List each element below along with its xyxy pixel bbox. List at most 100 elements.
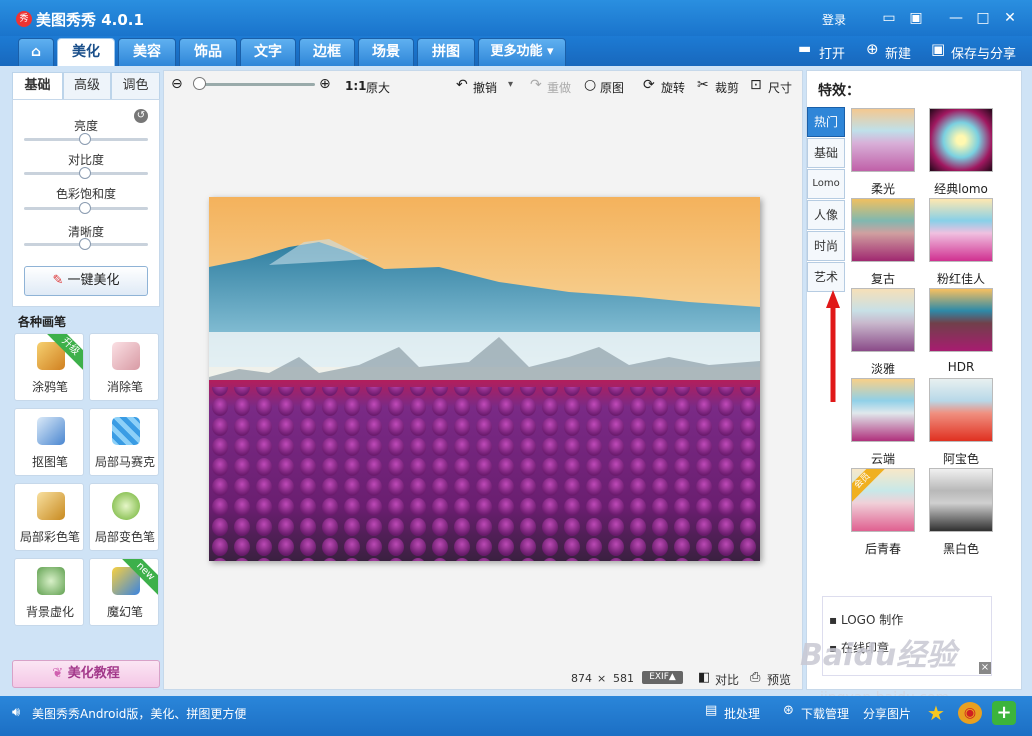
tab-accessories[interactable]: 饰品 [179, 38, 237, 66]
effect-label[interactable]: 云端 [843, 450, 923, 467]
brushes-section-title: 各种画笔 [18, 315, 67, 329]
effect-thumb-abao[interactable] [929, 378, 993, 442]
brush-doodle[interactable]: 升级 涂鸦笔 [14, 333, 84, 401]
effect-thumb-light[interactable] [851, 288, 915, 352]
maximize-icon[interactable]: □ [972, 9, 994, 27]
brightness-slider-handle[interactable] [79, 133, 91, 145]
compare-button[interactable]: 对比 [715, 671, 739, 688]
preview-icon: ⎙ [750, 670, 761, 685]
original-image-button[interactable]: 原图 [600, 79, 624, 96]
add-plus-icon[interactable]: + [992, 701, 1016, 725]
resize-button[interactable]: 尺寸 [768, 79, 792, 96]
zoom-slider-track[interactable] [197, 83, 315, 86]
brush-eraser[interactable]: 消除笔 [89, 333, 159, 401]
beautify-tutorial-button[interactable]: ❦ 美化教程 [12, 660, 160, 688]
exif-button[interactable]: EXIF▲ [642, 671, 683, 684]
ad-close-icon[interactable]: × [979, 662, 991, 674]
weibo-icon[interactable]: ◉ [958, 702, 982, 724]
crop-button[interactable]: 裁剪 [715, 79, 739, 96]
original-size-label[interactable]: 原大 [366, 79, 390, 96]
effect-thumb-soft[interactable] [851, 108, 915, 172]
undo-button[interactable]: 撤销 [473, 79, 497, 96]
brush-cutout[interactable]: 抠图笔 [14, 408, 84, 476]
brush-mosaic[interactable]: 局部马赛克 [89, 408, 159, 476]
effect-label[interactable]: 经典lomo [921, 180, 1001, 197]
effects-title: 特效： [818, 83, 860, 99]
effects-tab-hot[interactable]: 热门 [807, 107, 845, 137]
effect-thumb-lomo[interactable] [929, 108, 993, 172]
effect-label[interactable]: 黑白色 [921, 540, 1001, 557]
brush-magic[interactable]: new 魔幻笔 [89, 558, 159, 626]
status-tip[interactable]: 美图秀秀Android版，美化、拼图更方便 [32, 705, 246, 722]
tab-text[interactable]: 文字 [240, 38, 296, 66]
effect-thumb-youth[interactable]: 会员 [851, 468, 915, 532]
skin-icon[interactable]: ▣ [905, 9, 927, 27]
subtab-advanced[interactable]: 高级 [63, 72, 111, 100]
minimize-icon[interactable]: — [945, 9, 967, 27]
hands-icon: ❦ [52, 666, 64, 681]
undo-icon[interactable]: ↶ [456, 77, 468, 93]
effect-label[interactable]: 阿宝色 [921, 450, 1001, 467]
undo-dropdown-icon[interactable]: ▾ [508, 79, 513, 90]
effect-label[interactable]: 后青春 [843, 540, 923, 557]
effect-thumb-retro[interactable] [851, 198, 915, 262]
brush-label: 局部马赛克 [94, 455, 155, 469]
brush-local-recolor[interactable]: 局部变色笔 [89, 483, 159, 551]
tab-collage[interactable]: 拼图 [417, 38, 475, 66]
effects-tab-portrait[interactable]: 人像 [807, 200, 845, 230]
edited-photo[interactable] [209, 197, 760, 561]
save-icon: ▣ [931, 40, 946, 58]
magic-wand-icon: ✎ [52, 273, 64, 288]
effect-label[interactable]: 粉红佳人 [921, 270, 1001, 287]
open-button[interactable]: 打开 [819, 43, 845, 62]
tab-scene[interactable]: 场景 [358, 38, 414, 66]
subtab-basic[interactable]: 基础 [12, 72, 63, 100]
zoom-out-icon[interactable]: ⊖ [171, 76, 183, 92]
effect-label[interactable]: 柔光 [843, 180, 923, 197]
subtab-color[interactable]: 调色 [111, 72, 160, 100]
effects-tab-lomo[interactable]: Lomo [807, 169, 845, 199]
tab-beauty[interactable]: 美容 [118, 38, 176, 66]
effect-thumb-bw[interactable] [929, 468, 993, 532]
ad-item-logo[interactable]: ▪ LOGO 制作 [829, 611, 903, 628]
effect-label[interactable]: 复古 [843, 270, 923, 287]
effects-tab-basic[interactable]: 基础 [807, 138, 845, 168]
one-key-beautify-button[interactable]: ✎ 一键美化 [24, 266, 148, 296]
star-icon[interactable]: ★ [925, 702, 947, 724]
share-image-button[interactable]: 分享图片 [863, 705, 911, 722]
brush-label: 消除笔 [106, 380, 143, 394]
sharpness-slider-handle[interactable] [79, 238, 91, 250]
effect-label[interactable]: 淡雅 [843, 360, 923, 377]
chat-icon[interactable]: ▭ [878, 9, 900, 27]
effects-tab-fashion[interactable]: 时尚 [807, 231, 845, 261]
batch-process-button[interactable]: 批处理 [724, 705, 760, 722]
rotate-button[interactable]: 旋转 [661, 79, 685, 96]
effect-thumb-cloud[interactable] [851, 378, 915, 442]
tab-more-label: 更多功能 [490, 44, 543, 59]
effects-tab-art[interactable]: 艺术 [807, 262, 845, 292]
save-share-button[interactable]: 保存与分享 [951, 43, 1016, 62]
new-icon: ⊕ [866, 40, 879, 58]
home-tab-icon[interactable]: ⌂ [18, 38, 54, 66]
preview-button[interactable]: 预览 [767, 671, 791, 688]
one-to-one-button[interactable]: 1:1 [345, 79, 367, 93]
contrast-slider-handle[interactable] [79, 167, 91, 179]
brush-background-blur[interactable]: 背景虚化 [14, 558, 84, 626]
close-icon[interactable]: ✕ [999, 9, 1021, 27]
zoom-slider-handle[interactable] [193, 77, 206, 90]
download-manager-button[interactable]: 下载管理 [801, 705, 849, 722]
tab-beautify[interactable]: 美化 [57, 38, 115, 66]
login-link[interactable]: 登录 [822, 11, 846, 28]
saturation-slider-handle[interactable] [79, 202, 91, 214]
tab-more-features[interactable]: 更多功能 ▾ [478, 38, 566, 66]
zoom-in-icon[interactable]: ⊕ [319, 76, 331, 92]
tab-frame[interactable]: 边框 [299, 38, 355, 66]
redo-button[interactable]: 重做 [547, 79, 571, 96]
brush-local-color[interactable]: 局部彩色笔 [14, 483, 84, 551]
new-button[interactable]: 新建 [885, 43, 911, 62]
effect-thumb-pink[interactable] [929, 198, 993, 262]
effect-label[interactable]: HDR [921, 360, 1001, 374]
effect-thumb-hdr[interactable] [929, 288, 993, 352]
slider-label-brightness: 亮度 [73, 119, 98, 133]
slider-label-saturation: 色彩饱和度 [55, 187, 116, 201]
